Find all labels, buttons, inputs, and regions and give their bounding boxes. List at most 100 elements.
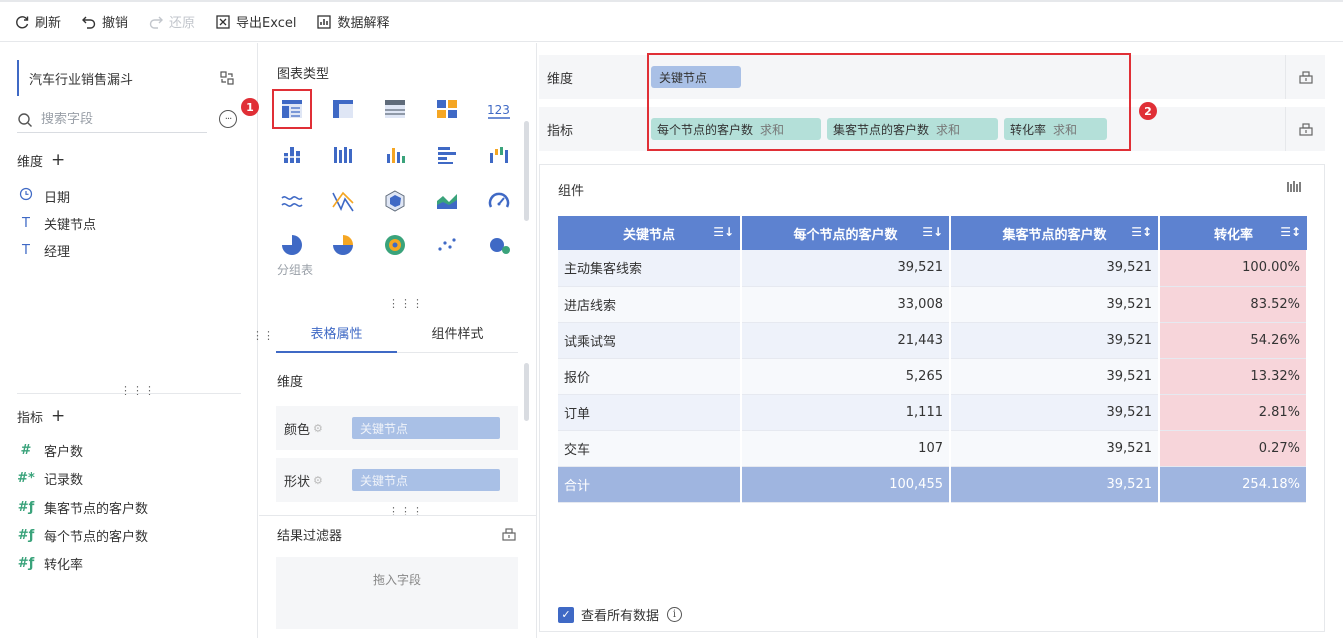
chart-type-area-line[interactable] [272,181,312,221]
export-excel-label: 导出Excel [236,16,297,31]
gear-icon[interactable]: ⚙ [313,474,323,487]
column-header-conversion-rate[interactable]: 转化率 ☰↕ [1159,216,1307,250]
header-label: 关键节点 [622,227,675,243]
filter-drop-zone[interactable]: 拖入字段 [276,557,518,629]
chart-settings-icon[interactable] [1286,179,1302,195]
table-row[interactable]: 进店线索 33,008 39,521 83.52% [558,286,1308,323]
chart-type-sunburst[interactable] [375,227,415,257]
calc-number-icon: #ƒ [17,499,35,515]
switch-dataset-icon[interactable] [219,70,235,86]
column-header-key-node[interactable]: 关键节点 ☰↓ [558,216,742,250]
measure-field-customers[interactable]: # 客户数 [17,440,83,460]
gear-icon[interactable]: ⚙ [313,422,323,435]
cell: 进店线索 [558,286,742,323]
calc-number-icon: #ƒ [17,527,35,543]
dimension-axis-label: 维度 [547,71,574,87]
measure-field-node-customers[interactable]: #ƒ 每个节点的客户数 [17,525,148,545]
chart-type-column[interactable] [375,135,415,175]
chart-type-area[interactable] [427,181,467,221]
chart-type-radar[interactable] [375,181,415,221]
column-header-node-customers[interactable]: 每个节点的客户数 ☰↓ [741,216,951,250]
excel-icon [216,14,230,29]
tab-component-style[interactable]: 组件样式 [397,313,518,352]
property-dimension-title: 维度 [277,375,304,390]
view-all-data-checkbox[interactable]: ✓ [558,606,574,623]
chart-type-grouped-column[interactable] [323,135,363,175]
chart-type-kpi-card[interactable] [427,89,467,129]
chart-type-bar[interactable] [427,135,467,175]
chart-type-bubble[interactable] [479,227,519,257]
table-row[interactable]: 订单 1,111 39,521 2.81% [558,394,1308,431]
cell: 13.32% [1159,358,1308,395]
total-cell: 39,521 [950,466,1160,503]
properties-scrollbar[interactable] [524,363,529,421]
chart-type-rose[interactable] [323,227,363,257]
sort-icon[interactable]: ☰↕ [1131,225,1152,239]
field-label: 每个节点的客户数 [44,529,149,545]
chart-type-gauge[interactable] [479,181,519,221]
tab-table-properties[interactable]: 表格属性 [276,313,397,353]
property-tabs: 表格属性 组件样式 [276,313,518,353]
chart-type-cross-table[interactable] [375,89,415,129]
chart-type-scrollbar[interactable] [524,121,529,221]
chart-type-waterfall[interactable] [479,135,519,175]
cell: 39,521 [950,322,1160,359]
component-area: 组件 关键节点 ☰↓ 每个节点的客户数 ☰↓ 集客节点的客户数 ☰↕ 转化率 ☰↕ 主动… [539,164,1325,632]
info-icon[interactable]: i [667,607,683,622]
chart-type-scatter[interactable] [427,227,467,257]
chart-config-panel: 图表类型 123 1 分组表 ⋮⋮⋮ 表格属性 组件样式 维度 颜色 ⚙ 关键节… [241,43,537,638]
add-dimension-icon[interactable]: + [51,152,65,169]
divider [259,515,536,516]
cell: 5,265 [741,358,951,395]
shape-property-row: 形状 ⚙ 关键节点 [276,458,518,502]
refresh-button[interactable]: 刷新 [14,10,61,34]
header-label: 集客节点的客户数 [1002,227,1107,243]
sort-icon[interactable]: ☰↓ [713,225,734,239]
table-row[interactable]: 报价 5,265 39,521 13.32% [558,358,1308,395]
measure-axis-settings[interactable] [1285,107,1325,151]
data-explain-label: 数据解释 [337,16,390,31]
calc-number-icon: #ƒ [17,555,35,571]
cell: 2.81% [1159,394,1308,431]
search-input[interactable] [41,112,191,127]
field-label: 经理 [44,244,71,260]
more-options-icon[interactable]: ··· [219,110,237,128]
sort-icon[interactable]: ☰↕ [1280,225,1301,239]
data-explain-button[interactable]: 数据解释 [316,10,390,34]
table-row[interactable]: 试乘试驾 21,443 39,521 54.26% [558,322,1308,359]
measure-field-records[interactable]: #* 记录数 [17,468,83,488]
dimension-field-key-node[interactable]: T 关键节点 [17,213,96,233]
color-field-pill[interactable]: 关键节点 [352,417,500,439]
chart-type-caption: 分组表 [277,263,314,277]
chart-type-stacked-column[interactable] [272,135,312,175]
add-measure-icon[interactable]: + [51,408,65,425]
chart-type-detail-table[interactable] [323,89,363,129]
redo-button[interactable]: 还原 [148,10,195,34]
refresh-label: 刷新 [35,16,62,31]
column-header-lead-customers[interactable]: 集客节点的客户数 ☰↕ [950,216,1160,250]
resize-handle-icon[interactable]: ⋮⋮⋮ [388,298,424,309]
cell: 39,521 [950,250,1160,287]
dimension-field-date[interactable]: 日期 [17,186,70,206]
chart-type-grouped-table[interactable] [272,89,312,129]
sort-icon[interactable]: ☰↓ [922,225,943,239]
measure-field-conversion-rate[interactable]: #ƒ 转化率 [17,553,83,573]
dataset-selector[interactable]: 汽车行业销售漏斗 [17,60,241,96]
dimension-axis-settings[interactable] [1285,55,1325,99]
table-row[interactable]: 交车 107 39,521 0.27% [558,430,1308,467]
dimension-field-manager[interactable]: T 经理 [17,240,70,260]
chart-type-pie[interactable] [272,227,312,257]
number-icon: # [20,442,32,458]
filter-settings-icon[interactable] [501,526,517,542]
chart-type-number[interactable]: 123 [479,89,519,129]
table-row[interactable]: 主动集客线索 39,521 39,521 100.00% [558,250,1308,287]
view-all-data-label[interactable]: 查看所有数据 [581,605,659,624]
export-excel-button[interactable]: 导出Excel [215,10,296,34]
undo-button[interactable]: 撤销 [81,10,128,34]
chart-type-line[interactable] [323,181,363,221]
table-total-row: 合计 100,455 39,521 254.18% [558,466,1308,503]
measure-field-lead-node-customers[interactable]: #ƒ 集客节点的客户数 [17,497,148,517]
dimensions-title: 维度 [17,155,44,170]
field-panel: 汽车行业销售漏斗 ··· 维度 + 日期 T 关键节点 T 经理 ⋮⋮⋮ 指标 … [0,43,274,638]
shape-field-pill[interactable]: 关键节点 [352,469,500,491]
